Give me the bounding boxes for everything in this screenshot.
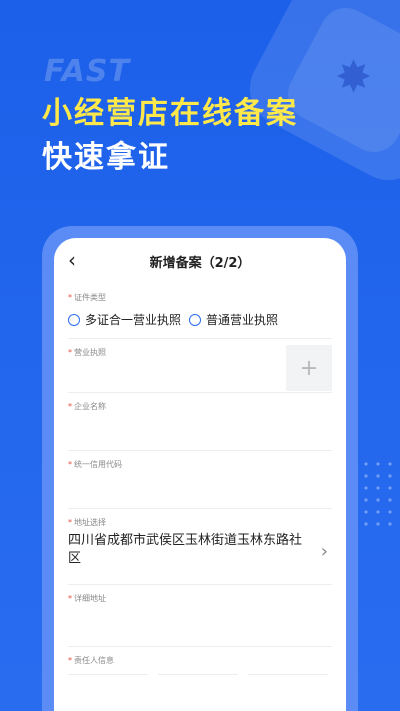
chevron-right-icon[interactable]: › bbox=[321, 541, 328, 562]
address-select-field[interactable]: * 地址选择 四川省成都市武侯区玉林街道玉林东路社区 › bbox=[68, 509, 332, 585]
address-label: * 地址选择 bbox=[68, 518, 106, 527]
upload-license-button[interactable]: + bbox=[286, 345, 332, 391]
person-id-input[interactable] bbox=[248, 674, 328, 688]
star-badge-icon: ✸ bbox=[335, 52, 372, 103]
radio-circle-icon[interactable] bbox=[189, 313, 202, 326]
page-title: 新增备案（2/2） bbox=[149, 255, 251, 271]
dot-pattern-decoration bbox=[360, 458, 394, 528]
person-name-input[interactable] bbox=[68, 674, 148, 688]
chevron-left-icon[interactable]: ‹ bbox=[68, 248, 76, 272]
company-name-field[interactable]: * 企业名称 bbox=[68, 393, 332, 451]
credit-code-label: * 统一信用代码 bbox=[68, 460, 122, 469]
responsible-person-label: * 责任人信息 bbox=[68, 656, 114, 665]
fast-watermark: FAST bbox=[44, 54, 130, 89]
credit-code-field[interactable]: * 统一信用代码 bbox=[68, 451, 332, 509]
radio-circle-icon[interactable] bbox=[68, 313, 80, 326]
hero-subheadline: 快速拿证 bbox=[42, 140, 170, 175]
radio-multi-license[interactable]: 多证合一营业执照 bbox=[68, 311, 181, 328]
plus-icon: + bbox=[299, 355, 319, 381]
phone-mockup: ‹ 新增备案（2/2） * 证件类型 多证合一营业执照 普通营业执照 * 营业执照 … bbox=[42, 226, 358, 711]
radio-ordinary-license[interactable]: 普通营业执照 bbox=[189, 311, 278, 328]
address-value: 四川省成都市武侯区玉林街道玉林东路社区 bbox=[68, 533, 303, 566]
cert-type-field: * 证件类型 多证合一营业执照 普通营业执照 bbox=[68, 284, 332, 339]
phone-screen: ‹ 新增备案（2/2） * 证件类型 多证合一营业执照 普通营业执照 * 营业执照 … bbox=[54, 238, 346, 711]
hero-headline: 小经营店在线备案 bbox=[42, 96, 298, 131]
business-license-field: * 营业执照 + bbox=[68, 339, 332, 393]
navbar: ‹ 新增备案（2/2） bbox=[54, 238, 346, 284]
detail-address-label: * 详细地址 bbox=[68, 594, 106, 603]
person-inputs bbox=[68, 666, 332, 688]
person-phone-input[interactable] bbox=[158, 674, 238, 688]
cert-type-label: * 证件类型 bbox=[68, 293, 106, 302]
detail-address-field[interactable]: * 详细地址 bbox=[68, 585, 332, 647]
responsible-person-field: * 责任人信息 bbox=[68, 647, 332, 687]
cert-type-options: 多证合一营业执照 普通营业执照 bbox=[68, 303, 332, 338]
company-name-label: * 企业名称 bbox=[68, 402, 106, 411]
